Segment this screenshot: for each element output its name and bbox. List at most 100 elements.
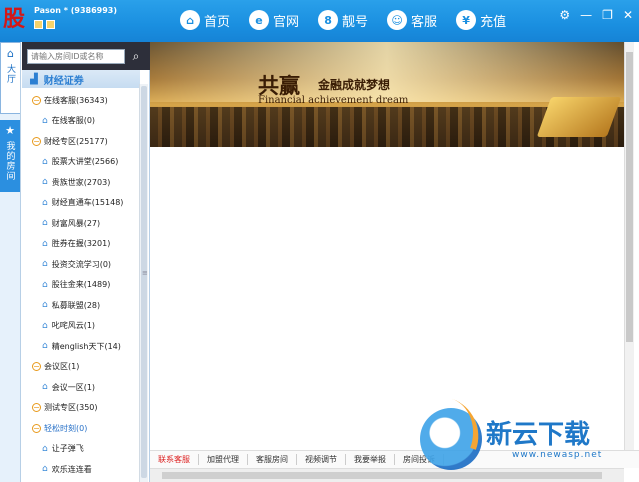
room-house-icon: ⌂ [42, 300, 48, 311]
tree-label: 股票大讲堂(2566) [51, 157, 119, 167]
tab-hall[interactable]: ⌂ 大厅 [0, 42, 20, 114]
tree-label: 在线客服(36343) [44, 95, 108, 105]
top-nav: ⌂ 首页 e 官网 8 靓号 ☺ 客服 ¥ 充值 [180, 10, 525, 30]
profile-icon[interactable] [34, 20, 43, 29]
restore-icon[interactable]: ❐ [602, 8, 613, 22]
tree-label: 在线客服(0) [51, 116, 96, 126]
nav-item-0[interactable]: ⌂ 首页 [180, 10, 230, 30]
bottom-link[interactable]: 联系客服 [150, 454, 199, 465]
room-house-icon: ⌂ [42, 156, 48, 167]
tree-label: 精english天下(14) [51, 341, 121, 351]
tree-group[interactable]: − 轻松时刻(0) [22, 418, 140, 439]
close-icon[interactable]: ✕ [623, 8, 633, 22]
tree-label: 会议一区(1) [51, 382, 96, 392]
search-input[interactable] [27, 49, 125, 64]
banner-title-cn-sub: 金融成就梦想 [318, 78, 391, 92]
number-8-icon: 8 [318, 10, 339, 30]
collapse-icon: − [32, 95, 41, 105]
settings-gear-icon[interactable]: ⚙ [559, 8, 570, 22]
star-icon: ★ [5, 124, 15, 137]
tree-room[interactable]: ⌂ 欢乐连连看 [22, 459, 140, 480]
tree-label: 叱咤风云(1) [51, 321, 96, 331]
watermark: 新云下载 www.newasp.net [420, 408, 639, 482]
tree-room[interactable]: ⌂ 私募联盟(28) [22, 295, 140, 316]
tree-room[interactable]: ⌂ 精english天下(14) [22, 336, 140, 357]
tree-room[interactable]: ⌂ 让子弹飞 [22, 439, 140, 460]
room-house-icon: ⌂ [42, 464, 48, 475]
collapse-icon: − [32, 136, 41, 146]
tree-label: 财富风暴(27) [51, 218, 101, 228]
browser-e-icon: e [249, 10, 270, 30]
main-scroll-thumb[interactable] [626, 52, 633, 342]
home-icon: ⌂ [180, 10, 200, 30]
room-house-icon: ⌂ [42, 320, 48, 331]
search-icon[interactable]: ⌕ [128, 48, 144, 64]
tree-label: 私募联盟(28) [51, 300, 101, 310]
tree-group[interactable]: − 会议区(1) [22, 357, 140, 378]
tree-label: 财经直通车(15148) [51, 198, 124, 208]
sidebar-scrollbar[interactable]: ≡ [139, 84, 148, 482]
room-house-icon: ⌂ [42, 382, 48, 393]
banner-title-en: Financial achievement dream [258, 95, 409, 106]
promo-banner: 共赢 金融成就梦想 Financial achievement dream [150, 42, 624, 147]
category-header[interactable]: ▟ 财经证券 [22, 70, 140, 88]
window-controls: ⚙ — ❐ ✕ [559, 8, 633, 22]
bottom-link[interactable]: 视频调节 [297, 454, 346, 465]
tab-hall-label: 大厅 [5, 64, 15, 84]
collapse-icon: − [32, 403, 41, 413]
room-house-icon: ⌂ [42, 341, 48, 352]
tree-label: 胜券在握(3201) [51, 239, 111, 249]
app-logo: 股 [3, 6, 26, 32]
support-agent-icon: ☺ [387, 10, 408, 30]
tree-room[interactable]: ⌂ 叱咤风云(1) [22, 316, 140, 337]
nav-item-1[interactable]: e 官网 [249, 10, 299, 30]
bottom-link[interactable]: 加盟代理 [199, 454, 248, 465]
user-mini-icons [34, 20, 55, 29]
yen-icon: ¥ [456, 10, 477, 30]
nav-label: 首页 [204, 14, 231, 30]
tree-label: 测试专区(350) [44, 403, 98, 413]
main-content [150, 147, 624, 450]
room-house-icon: ⌂ [42, 259, 48, 270]
category-label: 财经证券 [43, 75, 84, 87]
room-house-icon: ⌂ [42, 177, 48, 188]
room-tree: − 在线客服(36343) ⌂ 在线客服(0) − 财经专区(25177) ⌂ 股票大讲堂(2… [22, 90, 140, 480]
tree-label: 让子弹飞 [51, 444, 84, 454]
tree-label: 投资交流学习(0) [51, 259, 112, 269]
nav-label: 充值 [480, 14, 507, 30]
tab-my-rooms[interactable]: ★ 我的房间 [0, 120, 20, 192]
room-house-icon: ⌂ [42, 279, 48, 290]
main-scrollbar[interactable] [624, 42, 634, 450]
tree-room[interactable]: ⌂ 财经直通车(15148) [22, 193, 140, 214]
nav-label: 靓号 [342, 14, 369, 30]
tree-room[interactable]: ⌂ 胜券在握(3201) [22, 234, 140, 255]
room-house-icon: ⌂ [42, 238, 48, 249]
title-bar: 股 Pason * (9386993) ⌂ 首页 e 官网 8 靓号 ☺ 客服 ¥ 充值 ⚙ — … [0, 0, 639, 42]
nav-item-4[interactable]: ¥ 充值 [456, 10, 506, 30]
tree-room[interactable]: ⌂ 股往金来(1489) [22, 275, 140, 296]
watermark-logo-icon [420, 408, 482, 470]
tree-group[interactable]: − 财经专区(25177) [22, 131, 140, 152]
nav-item-2[interactable]: 8 靓号 [318, 10, 368, 30]
room-house-icon: ⌂ [42, 443, 48, 454]
bottom-link[interactable]: 客服房间 [248, 454, 297, 465]
tree-room[interactable]: ⌂ 股票大讲堂(2566) [22, 152, 140, 173]
tree-room[interactable]: ⌂ 财富风暴(27) [22, 213, 140, 234]
tree-room[interactable]: ⌂ 会议一区(1) [22, 377, 140, 398]
splitter-grip[interactable]: ≡ [142, 269, 148, 277]
tree-label: 轻松时刻(0) [44, 423, 88, 433]
tree-group[interactable]: − 测试专区(350) [22, 398, 140, 419]
watermark-text: 新云下载 [486, 420, 591, 450]
bottom-link[interactable]: 我要举报 [346, 454, 395, 465]
tree-room[interactable]: ⌂ 在线客服(0) [22, 111, 140, 132]
mail-icon[interactable] [46, 20, 55, 29]
user-label: Pason * (9386993) [34, 6, 118, 15]
sidebar-scroll-thumb[interactable] [141, 86, 147, 478]
tree-room[interactable]: ⌂ 投资交流学习(0) [22, 254, 140, 275]
tree-label: 会议区(1) [44, 362, 80, 372]
tree-group[interactable]: − 在线客服(36343) [22, 90, 140, 111]
nav-item-3[interactable]: ☺ 客服 [387, 10, 437, 30]
tree-label: 欢乐连连看 [51, 464, 92, 474]
minimize-icon[interactable]: — [580, 8, 592, 22]
tree-room[interactable]: ⌂ 贵族世家(2703) [22, 172, 140, 193]
